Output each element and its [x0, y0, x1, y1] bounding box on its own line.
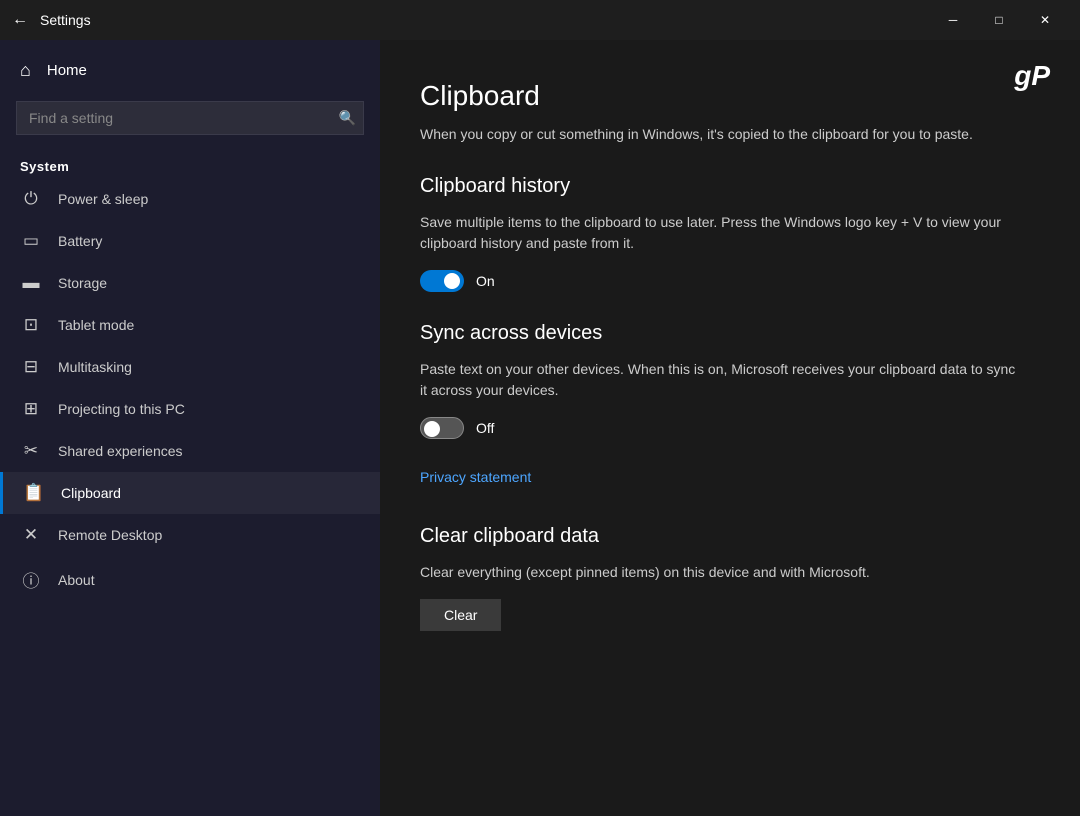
clipboard-history-heading: Clipboard history [420, 175, 1030, 198]
sidebar-item-label: Remote Desktop [58, 527, 162, 543]
sidebar-item-label: Battery [58, 233, 102, 249]
close-button[interactable]: ✕ [1022, 0, 1068, 40]
sidebar: ⌂ Home 🔍 System ⏻ Power & sleep ▭ Batter… [0, 40, 380, 816]
home-icon: ⌂ [20, 60, 31, 81]
sidebar-item-home[interactable]: ⌂ Home [0, 48, 380, 93]
content-area: gP Clipboard When you copy or cut someth… [380, 40, 1080, 816]
sidebar-item-battery[interactable]: ▭ Battery [0, 220, 380, 262]
sync-devices-track [420, 417, 464, 439]
title-bar-back-button[interactable]: ← [12, 11, 28, 29]
clear-button[interactable]: Clear [420, 599, 501, 631]
sync-devices-section: Sync across devices Paste text on your o… [420, 322, 1030, 515]
clipboard-history-thumb [444, 273, 460, 289]
clear-clipboard-description: Clear everything (except pinned items) o… [420, 562, 1020, 583]
sidebar-item-projecting[interactable]: ⊞ Projecting to this PC [0, 388, 380, 430]
sidebar-item-label: Power & sleep [58, 191, 148, 207]
clipboard-history-toggle-row: On [420, 270, 1030, 292]
sidebar-item-label: Storage [58, 275, 107, 291]
search-box: 🔍 [16, 101, 364, 135]
multitasking-icon: ⊟ [20, 357, 42, 377]
sidebar-section-title: System [0, 151, 380, 178]
search-icon[interactable]: 🔍 [339, 110, 356, 127]
sidebar-item-clipboard[interactable]: 📋 Clipboard [0, 472, 380, 514]
title-bar-title: Settings [40, 12, 930, 28]
clipboard-icon: 📋 [23, 483, 45, 503]
sync-devices-toggle-row: Off [420, 417, 1030, 439]
sidebar-item-label: Multitasking [58, 359, 132, 375]
sidebar-item-remote-desktop[interactable]: ✕ Remote Desktop [0, 514, 380, 556]
sync-devices-heading: Sync across devices [420, 322, 1030, 345]
sidebar-item-tablet-mode[interactable]: ⊡ Tablet mode [0, 304, 380, 346]
clipboard-history-section: Clipboard history Save multiple items to… [420, 175, 1030, 292]
clipboard-history-toggle[interactable] [420, 270, 464, 292]
sidebar-item-storage[interactable]: ▬ Storage [0, 262, 380, 304]
projecting-icon: ⊞ [20, 399, 42, 419]
clear-clipboard-section: Clear clipboard data Clear everything (e… [420, 525, 1030, 631]
about-icon: ⓘ [20, 567, 42, 592]
restore-button[interactable]: □ [976, 0, 1022, 40]
sidebar-item-label: Clipboard [61, 485, 121, 501]
shared-experiences-icon: ✂ [20, 441, 42, 461]
sidebar-item-label: About [58, 572, 95, 588]
clipboard-history-description: Save multiple items to the clipboard to … [420, 212, 1020, 254]
storage-icon: ▬ [20, 273, 42, 293]
clipboard-history-toggle-label: On [476, 273, 495, 289]
sync-devices-thumb [424, 421, 440, 437]
sidebar-item-about[interactable]: ⓘ About [0, 556, 380, 603]
clear-clipboard-heading: Clear clipboard data [420, 525, 1030, 548]
home-label: Home [47, 62, 87, 79]
sync-devices-toggle-label: Off [476, 420, 494, 436]
sidebar-item-multitasking[interactable]: ⊟ Multitasking [0, 346, 380, 388]
sidebar-item-power-sleep[interactable]: ⏻ Power & sleep [0, 178, 380, 220]
power-sleep-icon: ⏻ [20, 189, 42, 209]
page-title: Clipboard [420, 80, 1030, 112]
main-container: ⌂ Home 🔍 System ⏻ Power & sleep ▭ Batter… [0, 40, 1080, 816]
clipboard-history-track [420, 270, 464, 292]
page-description: When you copy or cut something in Window… [420, 124, 1020, 145]
title-bar: ← Settings ─ □ ✕ [0, 0, 1080, 40]
window-controls: ─ □ ✕ [930, 0, 1068, 40]
sidebar-item-shared-experiences[interactable]: ✂ Shared experiences [0, 430, 380, 472]
privacy-statement-link[interactable]: Privacy statement [420, 469, 531, 485]
sync-devices-toggle[interactable] [420, 417, 464, 439]
sidebar-item-label: Shared experiences [58, 443, 183, 459]
sidebar-item-label: Tablet mode [58, 317, 134, 333]
search-input[interactable] [16, 101, 364, 135]
sidebar-item-label: Projecting to this PC [58, 401, 185, 417]
minimize-button[interactable]: ─ [930, 0, 976, 40]
tablet-icon: ⊡ [20, 315, 42, 335]
gp-logo: gP [1014, 60, 1050, 92]
remote-desktop-icon: ✕ [20, 525, 42, 545]
sync-devices-description: Paste text on your other devices. When t… [420, 359, 1020, 401]
battery-icon: ▭ [20, 231, 42, 251]
